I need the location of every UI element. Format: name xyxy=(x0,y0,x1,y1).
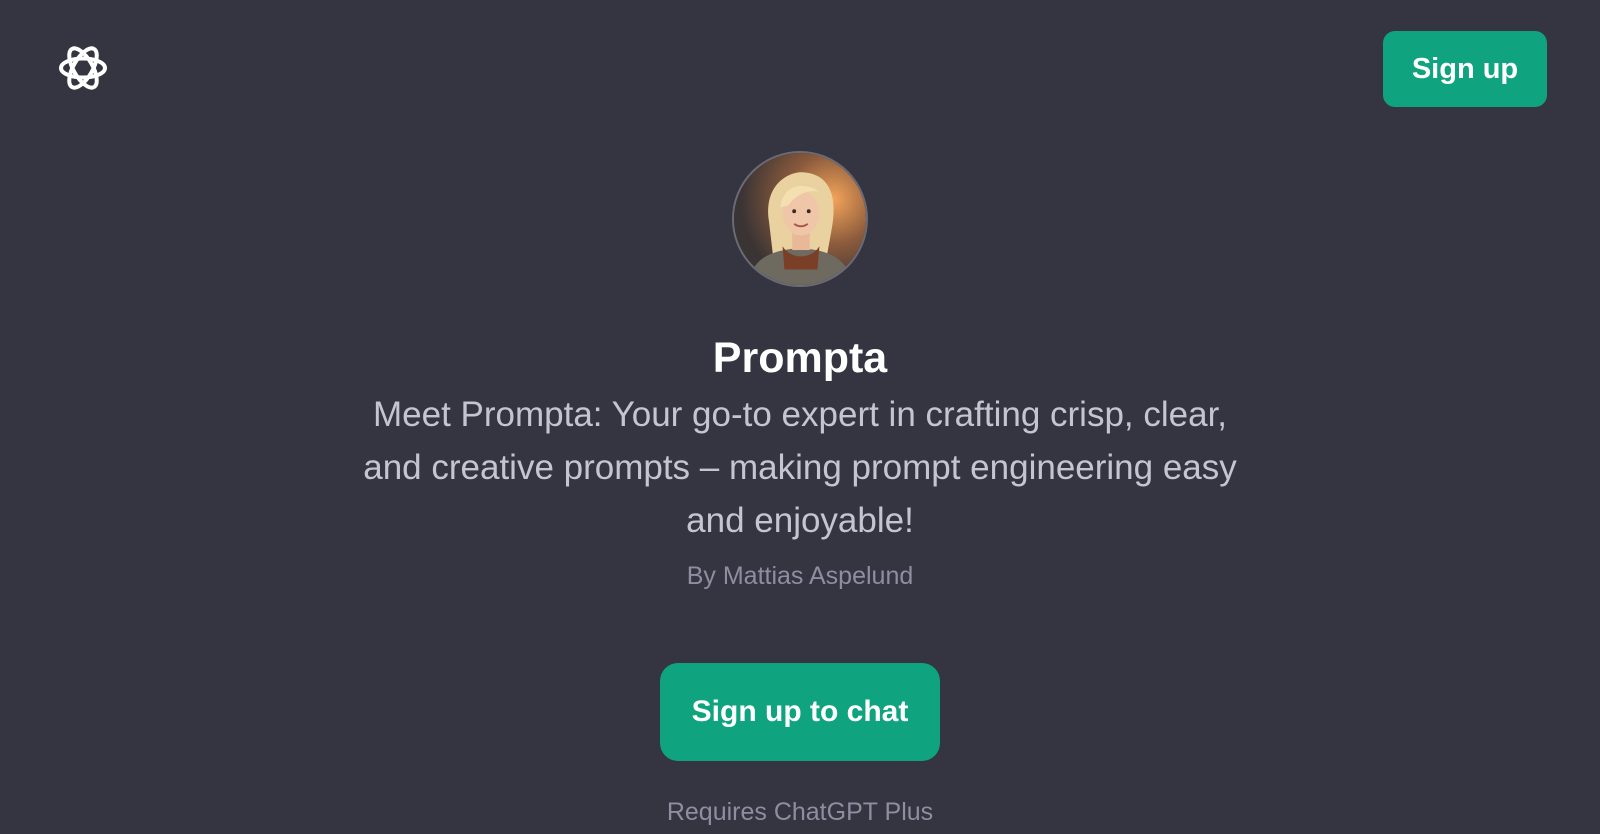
gpt-avatar xyxy=(732,151,868,287)
signup-button[interactable]: Sign up xyxy=(1383,31,1547,107)
gpt-description: Meet Prompta: Your go-to expert in craft… xyxy=(363,395,1237,540)
signup-to-chat-button[interactable]: Sign up to chat xyxy=(660,663,940,761)
gpt-landing-page: Sign up Prompta Meet Prompta: Your go-to… xyxy=(0,0,1600,834)
gpt-title: Prompta xyxy=(712,334,888,382)
gpt-author: By Mattias Aspelund xyxy=(686,562,914,590)
requirement-note: Requires ChatGPT Plus xyxy=(666,798,934,826)
openai-logo-icon[interactable] xyxy=(52,37,114,99)
